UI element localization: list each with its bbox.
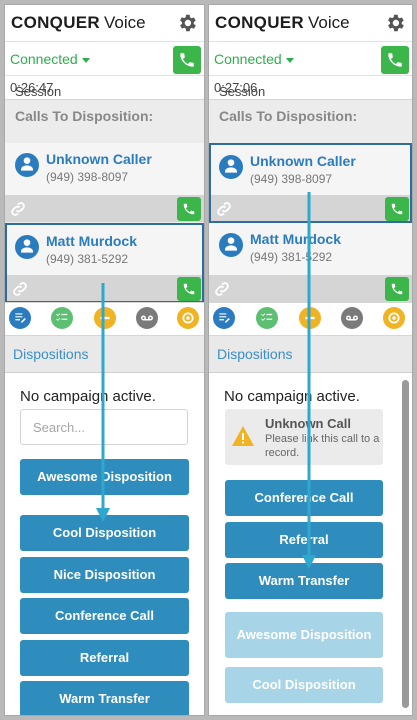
dispositions-panel: No campaign active. Unknown Call Please … xyxy=(209,372,412,715)
phone-icon xyxy=(391,283,403,295)
session-time: Session Time: 0:27:06 xyxy=(209,75,412,114)
calls-to-disposition: Calls To Disposition: Unknown Caller (94… xyxy=(209,99,412,303)
call-button[interactable] xyxy=(385,277,409,301)
caller-phone: (949) 398-8097 xyxy=(250,172,333,186)
caller-name[interactable]: Matt Murdock xyxy=(250,231,341,247)
call-button[interactable] xyxy=(177,197,201,221)
help-icon[interactable] xyxy=(383,307,405,329)
phone-icon xyxy=(180,53,194,67)
brand-logo: CONQUER Voice xyxy=(215,13,350,32)
calls-to-disposition: Calls To Disposition: Unknown Caller (94… xyxy=(5,99,204,303)
chevron-down-icon xyxy=(81,57,90,63)
header: CONQUER Voice xyxy=(209,5,412,41)
left-panel: CONQUERVoice Connected Session Time: 0:2… xyxy=(5,5,204,715)
disposition-button[interactable]: Referral xyxy=(20,640,189,676)
disposition-button[interactable]: Conference Call xyxy=(20,598,189,634)
caller-name[interactable]: Matt Murdock xyxy=(46,233,137,249)
phone-icon xyxy=(391,203,403,215)
call-card[interactable]: Matt Murdock (949) 381-5292 xyxy=(209,223,412,303)
link-icon[interactable] xyxy=(9,200,27,218)
no-campaign-text: No campaign active. xyxy=(224,388,360,405)
call-card-selected[interactable]: Matt Murdock (949) 381-5292 xyxy=(5,223,204,303)
warning-title: Unknown Call xyxy=(265,416,351,431)
voicemail-icon[interactable] xyxy=(341,307,363,329)
warning-text: Please link this call to a record. xyxy=(265,433,380,459)
checklist-icon[interactable] xyxy=(256,307,278,329)
status-row: Connected xyxy=(209,41,412,76)
gear-icon[interactable] xyxy=(384,12,406,34)
help-icon[interactable] xyxy=(177,307,199,329)
caller-name[interactable]: Unknown Caller xyxy=(250,153,356,169)
notes-icon[interactable] xyxy=(9,307,31,329)
dialer-button[interactable] xyxy=(381,46,409,74)
disposition-button[interactable]: Cool Disposition xyxy=(20,515,189,551)
chevron-down-icon xyxy=(285,57,294,63)
header: CONQUER Voice xyxy=(5,5,204,41)
call-button[interactable] xyxy=(385,197,409,221)
tab-dispositions[interactable]: Dispositions xyxy=(209,336,412,372)
disposition-button[interactable]: Warm Transfer xyxy=(225,563,383,599)
checklist-icon[interactable] xyxy=(51,307,73,329)
disposition-button[interactable]: Awesome Disposition xyxy=(20,459,189,495)
caller-name[interactable]: Unknown Caller xyxy=(46,151,152,167)
disposition-button[interactable]: Cool Disposition xyxy=(225,667,383,703)
status-row: Connected xyxy=(5,41,204,76)
caller-phone: (949) 381-5292 xyxy=(46,252,129,266)
transfer-icon[interactable] xyxy=(299,307,321,329)
phone-icon xyxy=(183,283,195,295)
disposition-button[interactable]: Conference Call xyxy=(225,480,383,516)
link-icon[interactable] xyxy=(213,280,231,298)
calls-title: Calls To Disposition: xyxy=(15,108,154,124)
disposition-button[interactable]: Referral xyxy=(225,522,383,558)
disposition-button[interactable]: Nice Disposition xyxy=(20,557,189,593)
voicemail-icon[interactable] xyxy=(136,307,158,329)
dialer-button[interactable] xyxy=(173,46,201,74)
user-icon xyxy=(15,235,39,259)
action-icon-bar xyxy=(209,302,412,336)
gear-icon[interactable] xyxy=(176,12,198,34)
disposition-button[interactable]: Warm Transfer xyxy=(20,681,189,715)
link-icon[interactable] xyxy=(215,200,233,218)
right-panel: CONQUERVoice Connected Session Time: 0:2… xyxy=(209,5,412,715)
no-campaign-text: No campaign active. xyxy=(20,388,156,405)
status-dropdown[interactable]: Connected xyxy=(214,51,294,67)
call-card[interactable]: Unknown Caller (949) 398-8097 xyxy=(5,143,204,223)
disposition-button[interactable]: Awesome Disposition xyxy=(225,612,383,658)
status-dropdown[interactable]: Connected xyxy=(10,51,90,67)
tab-dispositions[interactable]: Dispositions xyxy=(5,336,204,372)
brand-logo: CONQUER Voice xyxy=(11,13,146,32)
user-icon xyxy=(15,153,39,177)
call-card-selected[interactable]: Unknown Caller (949) 398-8097 xyxy=(209,143,412,223)
unknown-call-warning: Unknown Call Please link this call to a … xyxy=(225,409,383,465)
caller-phone: (949) 398-8097 xyxy=(46,170,129,184)
transfer-icon[interactable] xyxy=(94,307,116,329)
action-icon-bar xyxy=(5,302,204,336)
phone-icon xyxy=(183,203,195,215)
caller-phone: (949) 381-5292 xyxy=(250,250,333,264)
warning-icon xyxy=(232,426,254,446)
search-input[interactable] xyxy=(20,409,188,445)
user-icon xyxy=(219,233,243,257)
dispositions-panel: No campaign active. Awesome Disposition … xyxy=(5,372,204,715)
notes-icon[interactable] xyxy=(213,307,235,329)
calls-title: Calls To Disposition: xyxy=(219,108,358,124)
session-time: Session Time: 0:26:47 xyxy=(5,75,204,114)
link-icon[interactable] xyxy=(11,280,29,298)
phone-icon xyxy=(388,53,402,67)
scrollbar[interactable] xyxy=(402,380,409,708)
call-button[interactable] xyxy=(177,277,201,301)
user-icon xyxy=(219,155,243,179)
